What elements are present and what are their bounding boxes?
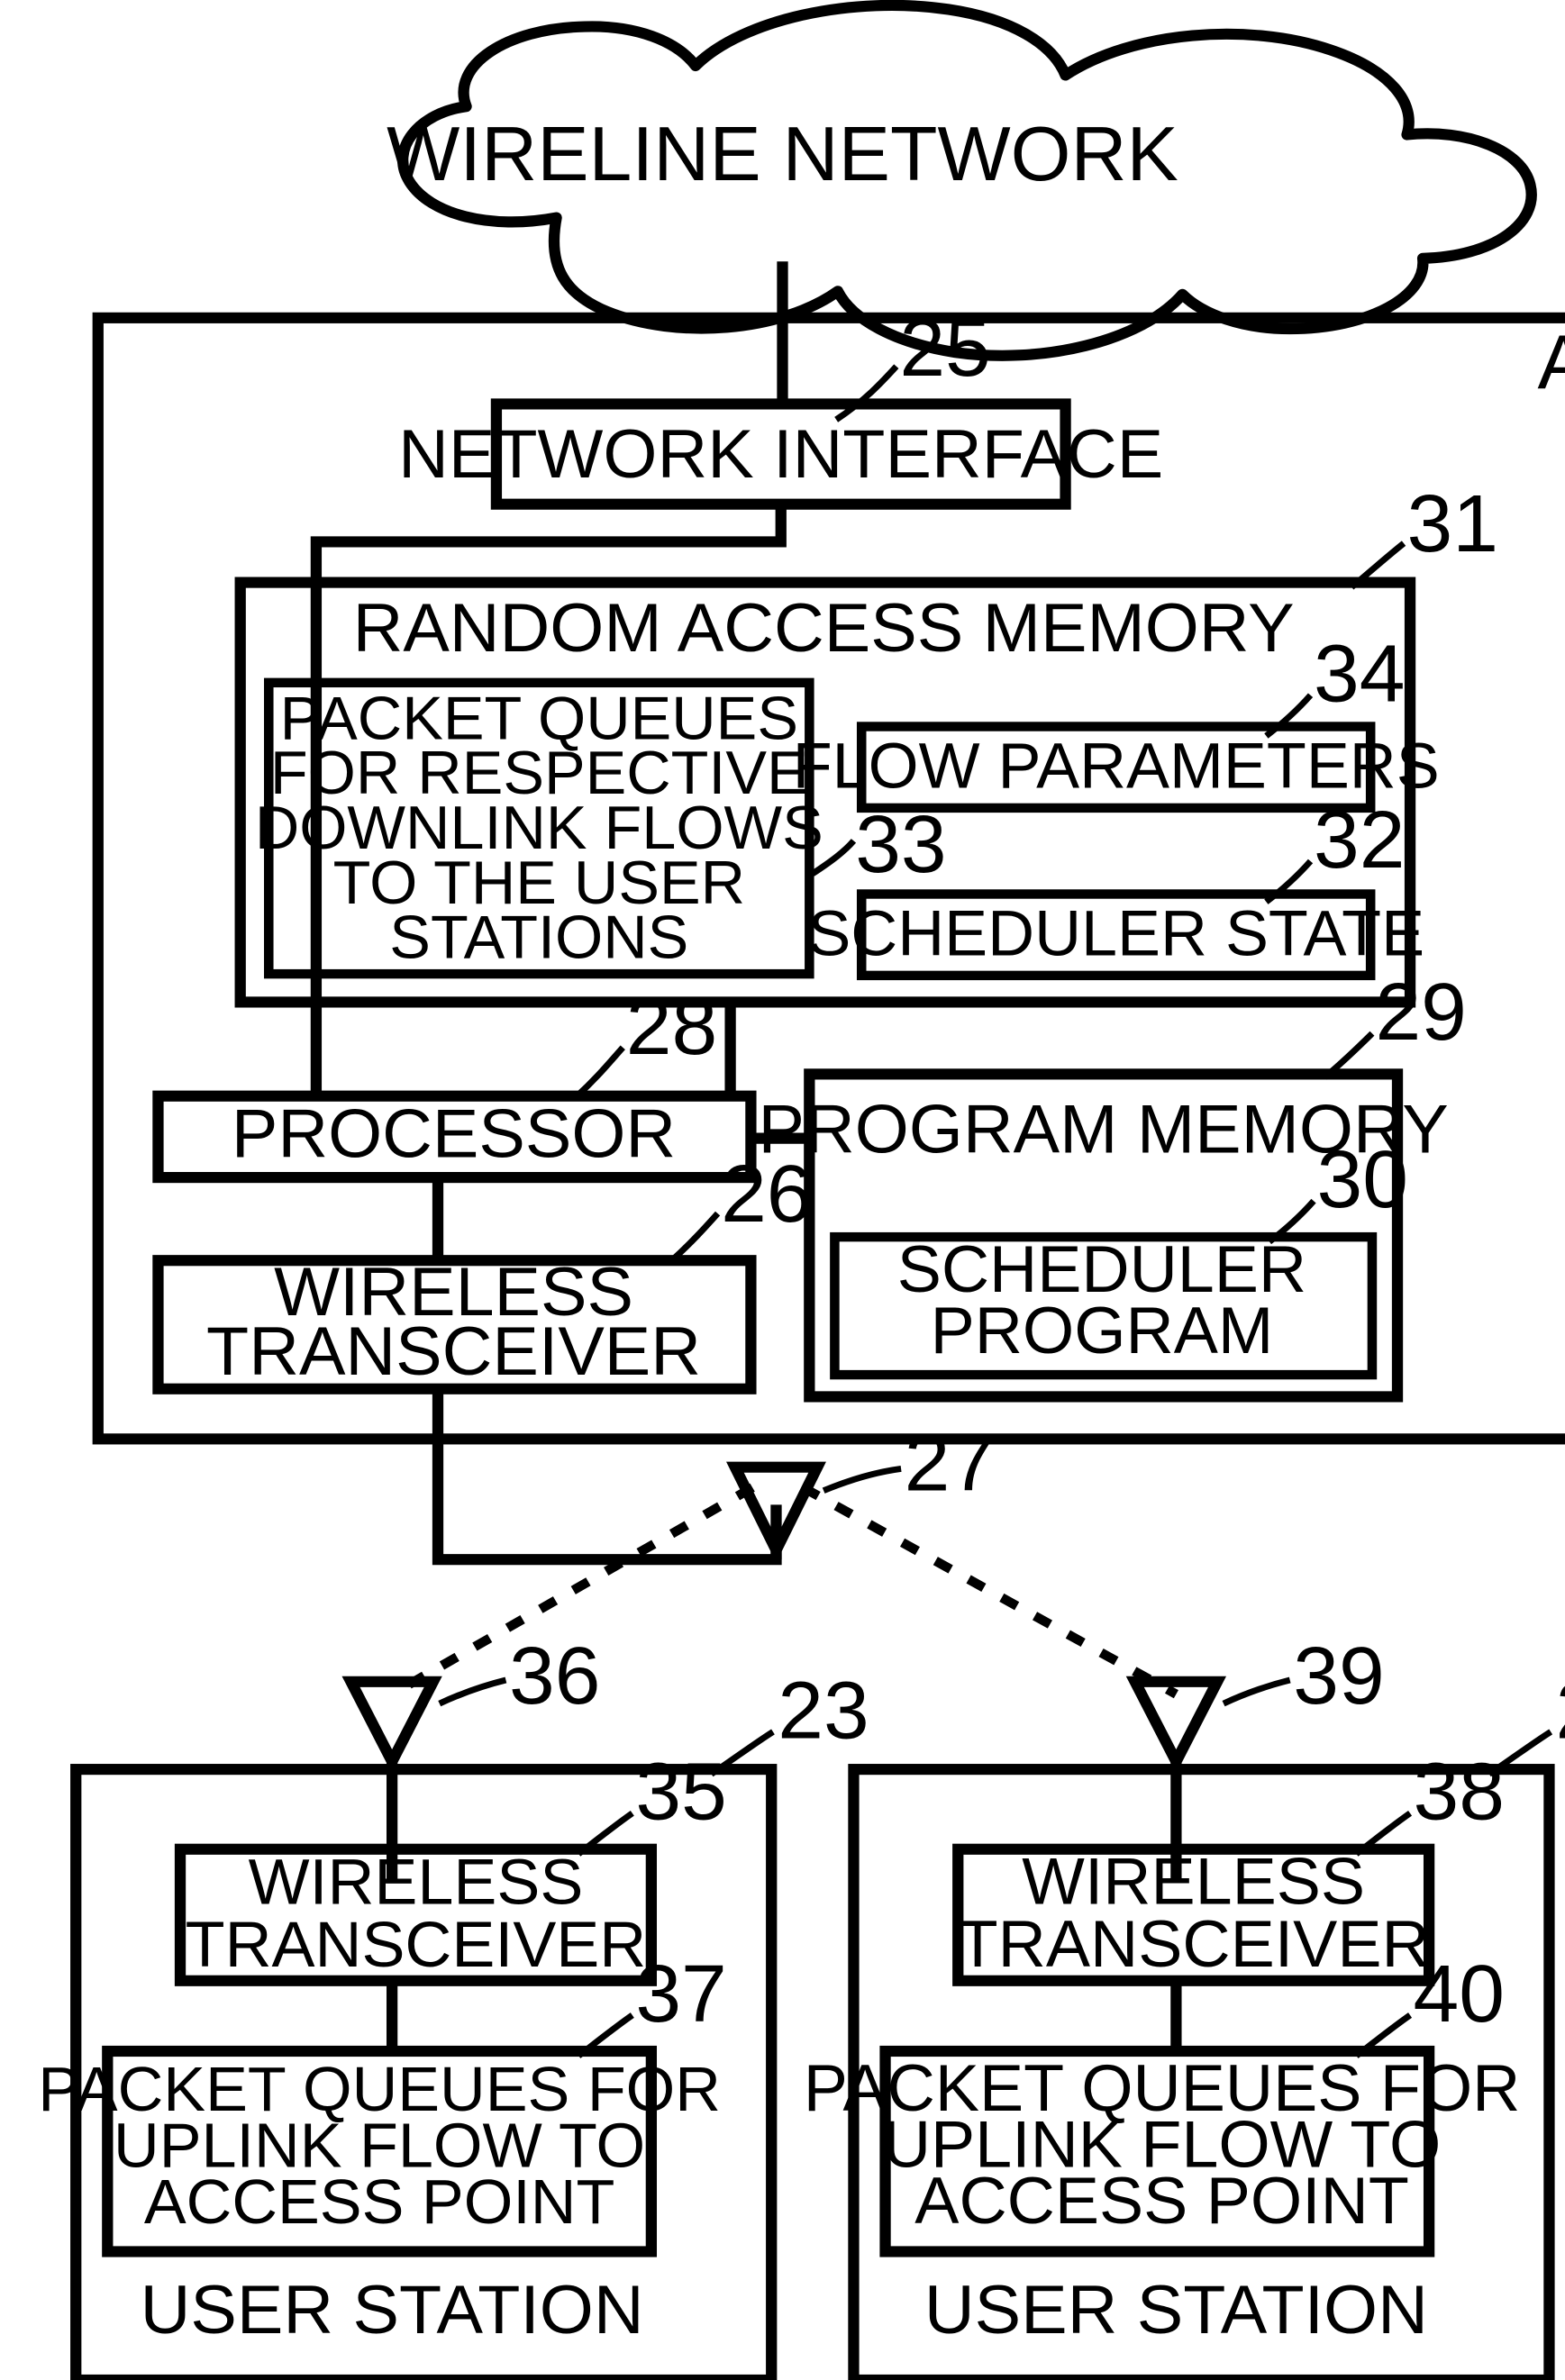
ref-35-label: 35 (635, 1747, 726, 1838)
ref-24-label: 24 (1555, 1666, 1565, 1757)
right-wireless-transceiver-line-1: TRANSCEIVER (958, 1907, 1430, 1981)
ref-38-leader: 38 (1354, 1747, 1505, 1857)
ref-27-label: 27 (905, 1418, 996, 1509)
wireless-link-to-right-station (800, 1483, 1178, 1699)
right-packet-queues-line-2: ACCESS POINT (914, 2164, 1409, 2238)
ref-26-label: 26 (721, 1149, 812, 1240)
ref-29-leader: 29 (1323, 967, 1467, 1080)
ref-27-leader: 27 (822, 1418, 996, 1509)
ref-32-label: 32 (1314, 795, 1405, 886)
ref-23-label: 23 (778, 1666, 869, 1757)
ref-29-label: 29 (1375, 967, 1466, 1058)
left-user-station-label: USER STATION (141, 2271, 644, 2348)
patent-figure-page: WIRELINE NETWORK 20 21 22 ACCESS POINT S… (0, 0, 1565, 2380)
ref-33-label: 33 (855, 800, 946, 891)
processor-label: PROCESSOR (232, 1095, 676, 1173)
left-packet-queues-line-2: ACCESS POINT (144, 2167, 614, 2237)
ref-30-label: 30 (1317, 1135, 1408, 1226)
flow-parameters-label: FLOW PARAMETERS (793, 731, 1440, 803)
ref-35-leader: 35 (576, 1747, 727, 1857)
right-user-station-label: USER STATION (924, 2271, 1428, 2348)
ref-39-leader: 39 (1222, 1631, 1385, 1721)
ref-34-label: 34 (1314, 629, 1405, 720)
ref-23-leader: 23 (709, 1666, 869, 1777)
cloud-label: WIRELINE NETWORK (387, 112, 1178, 197)
scheduler-state-label: SCHEDULER STATE (807, 898, 1424, 970)
packet-queues-downlink-line-4: STATIONS (389, 904, 688, 972)
ref-25-label: 25 (899, 304, 990, 395)
scheduler-program-line-1: PROGRAM (931, 1294, 1274, 1367)
access-point-station-title-line1: ACCESS POINT (1537, 320, 1565, 405)
left-wireless-transceiver-line-1: TRANSCEIVER (186, 1909, 647, 1981)
ref-28-label: 28 (626, 981, 717, 1072)
ref-31-label: 31 (1407, 478, 1498, 569)
ap-wireless-transceiver-line-1: TRANSCEIVER (206, 1313, 701, 1390)
ref-31-leader: 31 (1349, 478, 1498, 590)
left-wireless-transceiver-line-0: WIRELESS (249, 1847, 584, 1919)
ref-39-label: 39 (1293, 1631, 1384, 1721)
ref-26-leader: 26 (669, 1149, 813, 1263)
random-access-memory-label: RANDOM ACCESS MEMORY (353, 589, 1295, 667)
ref-36-label: 36 (509, 1631, 600, 1721)
network-interface-label: NETWORK INTERFACE (398, 415, 1163, 493)
ref-33-leader: 33 (810, 800, 947, 891)
ref-36-leader: 36 (438, 1631, 600, 1721)
ref-37-label: 37 (635, 1949, 726, 2039)
ref-40-label: 40 (1414, 1949, 1505, 2039)
ref-38-label: 38 (1414, 1747, 1505, 1838)
ap-transceiver-to-antenna-line (432, 1388, 782, 1566)
